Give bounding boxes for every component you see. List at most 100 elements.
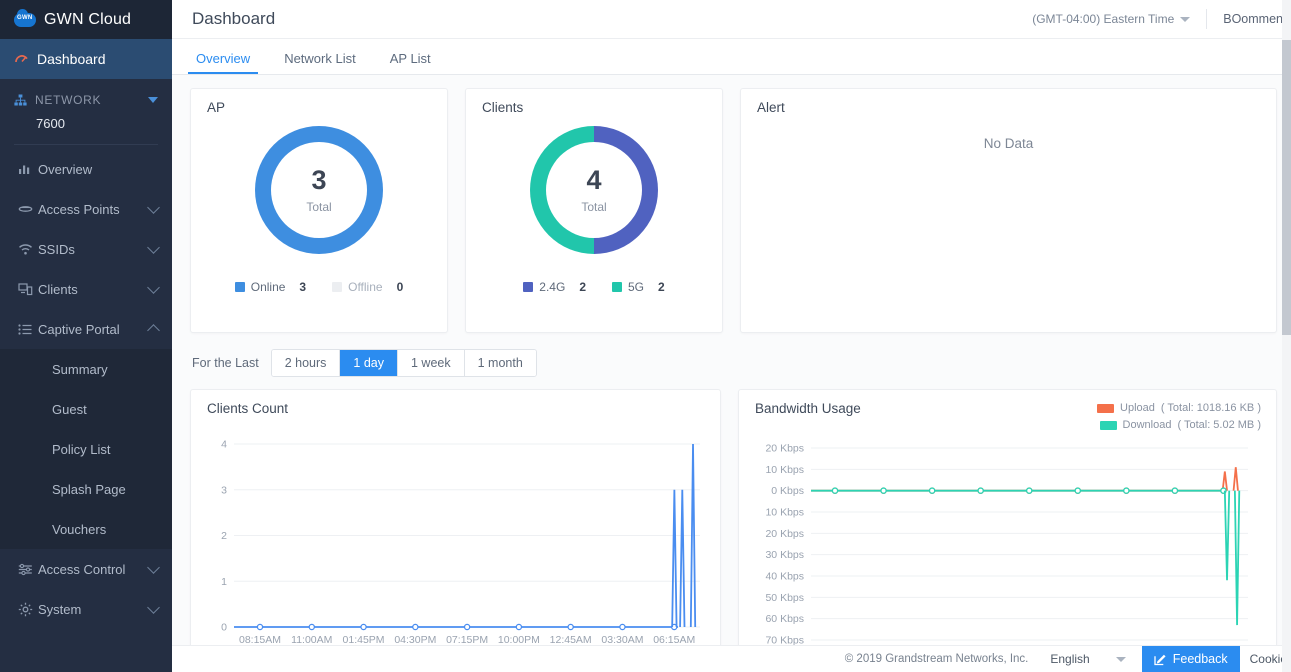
ap-total-value: 3 [311, 164, 327, 195]
legend-swatch [234, 282, 245, 292]
svg-text:2: 2 [221, 530, 227, 542]
sidebar-item-system[interactable]: System [0, 589, 172, 629]
alert-card: Alert No Data [740, 88, 1277, 333]
legend-total: ( Total: 1018.16 KB ) [1160, 402, 1261, 414]
bandwidth-legend: Upload ( Total: 1018.16 KB ) Download ( … [1097, 390, 1276, 434]
legend-item[interactable]: 2.4G 2 [523, 280, 586, 294]
chevron-down-icon[interactable] [147, 200, 160, 214]
cloud-icon: GWN [14, 8, 36, 28]
clients-count-svg: 0123408:15AM 11:00AM 01:45PM 04:30PM 07:15PM… [221, 439, 700, 646]
chevron-down-icon[interactable] [148, 97, 158, 103]
chevron-down-icon [1180, 16, 1191, 22]
svg-text:0 Kbps: 0 Kbps [771, 485, 804, 497]
sidebar-item-label: System [38, 601, 82, 617]
sidebar-item-dashboard[interactable]: Dashboard [0, 39, 172, 79]
sidebar-item-access-control[interactable]: Access Control [0, 549, 172, 589]
timezone-label: (GMT-04:00) Eastern Time [1032, 12, 1175, 26]
legend-item[interactable]: Offline 0 [332, 280, 403, 294]
sidebar-item-label: SSIDs [38, 241, 75, 257]
copyright-text: © 2019 Grandstream Networks, Inc. [844, 653, 1029, 665]
time-range-1-month[interactable]: 1 month [464, 350, 536, 376]
legend-item-upload[interactable]: Upload ( Total: 1018.16 KB ) [1097, 400, 1261, 417]
ap-donut-chart: 3 Total [255, 126, 383, 254]
ap-legend: Online 3 Offline 0 [191, 280, 447, 294]
sidebar-item-splash-page[interactable]: Splash Page [0, 469, 172, 509]
alert-card-title: Alert [757, 100, 785, 115]
feedback-label: Feedback [1172, 652, 1228, 666]
sidebar-item-clients[interactable]: Clients [0, 269, 172, 309]
svg-text:50 Kbps: 50 Kbps [765, 592, 804, 604]
sidebar-item-ssids[interactable]: SSIDs [0, 229, 172, 269]
page-scrollbar-track[interactable] [1282, 0, 1291, 672]
legend-swatch [332, 282, 343, 292]
sidebar-item-label: Clients [38, 281, 78, 297]
legend-value: 0 [396, 280, 404, 294]
language-selector[interactable]: English [1050, 652, 1126, 666]
legend-label: 5G [628, 280, 645, 294]
chevron-down-icon[interactable] [147, 560, 160, 574]
clients-card: Clients 4 Total 2.4G 2 5G 2 [465, 88, 723, 333]
feedback-button[interactable]: Feedback [1141, 645, 1240, 672]
sidebar-item-label: Access Control [38, 561, 126, 577]
ap-total-label: Total [306, 199, 332, 214]
footer: © 2019 Grandstream Networks, Inc. Englis… [172, 645, 1291, 672]
tab-label: Network List [284, 51, 356, 66]
sidebar-item-label: Splash Page [52, 481, 126, 497]
svg-text:0: 0 [221, 622, 227, 634]
tab-overview[interactable]: Overview [187, 51, 259, 74]
clients-donut-wrap: 4 Total [466, 126, 722, 254]
chevron-down-icon[interactable] [147, 240, 160, 254]
chevron-down-icon[interactable] [147, 600, 160, 614]
sidebar-item-summary[interactable]: Summary [0, 349, 172, 389]
network-section: NETWORK 7600 [0, 79, 172, 131]
sidebar-item-access-points[interactable]: Access Points [0, 189, 172, 229]
chart-header: Clients Count [191, 390, 720, 416]
gear-icon [18, 602, 38, 617]
svg-text:3: 3 [221, 484, 227, 496]
legend-item[interactable]: 5G 2 [612, 280, 665, 294]
brand[interactable]: GWN GWN Cloud [0, 0, 172, 39]
time-range-button-group: 2 hours 1 day 1 week 1 month [270, 349, 537, 377]
sidebar-item-overview[interactable]: Overview [0, 149, 172, 189]
clients-donut-chart: 4 Total [530, 126, 658, 254]
sidebar-item-policy-list[interactable]: Policy List [0, 429, 172, 469]
sidebar-item-vouchers[interactable]: Vouchers [0, 509, 172, 549]
clients-donut-center: 4 Total [546, 142, 642, 238]
time-range-2-hours[interactable]: 2 hours [271, 350, 341, 376]
page-scrollbar-thumb[interactable] [1282, 40, 1291, 335]
time-range-1-day[interactable]: 1 day [340, 350, 398, 376]
ap-donut-wrap: 3 Total [191, 126, 447, 254]
svg-text:4: 4 [221, 439, 227, 451]
legend-item-download[interactable]: Download ( Total: 5.02 MB ) [1097, 417, 1261, 434]
timezone-selector[interactable]: (GMT-04:00) Eastern Time [1032, 12, 1191, 26]
tab-label: AP List [389, 51, 431, 66]
chevron-up-icon[interactable] [147, 324, 160, 337]
tab-network-list[interactable]: Network List [280, 51, 360, 74]
legend-value: 3 [299, 280, 307, 294]
brand-name: GWN Cloud [44, 10, 132, 28]
legend-label: 2.4G [539, 280, 566, 294]
network-value[interactable]: 7600 [36, 116, 158, 131]
legend-total: ( Total: 5.02 MB ) [1177, 419, 1261, 431]
legend-swatch [612, 282, 622, 292]
sidebar-item-guest[interactable]: Guest [0, 389, 172, 429]
time-range-1-week[interactable]: 1 week [398, 350, 465, 376]
svg-text:10 Kbps: 10 Kbps [765, 464, 804, 476]
content-area: AP 3 Total Online 3 Offline 0 Clients 4 … [172, 75, 1291, 672]
ap-card-title: AP [207, 100, 226, 115]
chevron-down-icon[interactable] [147, 280, 160, 294]
button-label: 1 week [411, 356, 451, 370]
legend-swatch [1097, 404, 1115, 413]
tab-label: Overview [196, 51, 251, 66]
network-header[interactable]: NETWORK [14, 93, 158, 107]
button-label: 1 month [477, 356, 523, 370]
user-menu[interactable]: BOommen [1223, 12, 1283, 26]
legend-swatch [1099, 421, 1117, 430]
button-label: 1 day [353, 356, 384, 370]
sidebar-item-label: Access Points [38, 201, 120, 217]
svg-text:60 Kbps: 60 Kbps [765, 613, 804, 625]
legend-item[interactable]: Online 3 [234, 280, 307, 294]
tab-ap-list[interactable]: AP List [386, 51, 435, 74]
sidebar-item-captive-portal[interactable]: Captive Portal [0, 309, 172, 349]
app-root: GWN GWN Cloud Dashboard NETWORK 7600 Ove… [0, 0, 1291, 672]
